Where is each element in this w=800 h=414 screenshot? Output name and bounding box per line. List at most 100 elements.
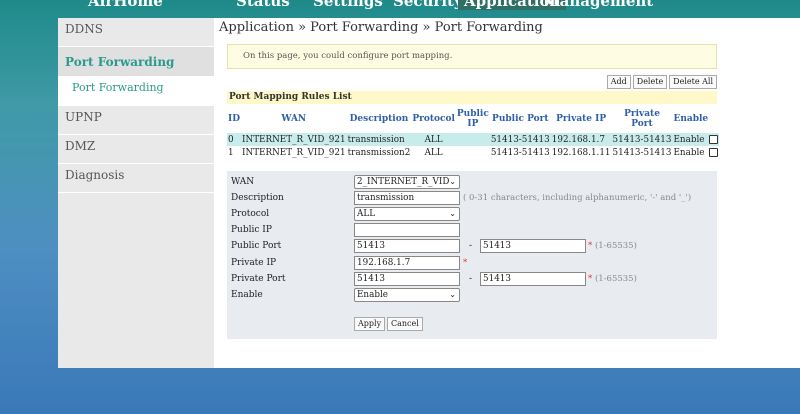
tab-settings[interactable]: Settings (313, 0, 383, 10)
required-star: * (588, 241, 593, 251)
range-dash: - (469, 241, 473, 251)
cell-private-port: 51413-51413 (611, 146, 673, 159)
row-description: Description transmission ( 0-31 characte… (227, 191, 717, 207)
cell-enable: Enable (672, 133, 720, 146)
breadcrumb: Application » Port Forwarding » Port For… (219, 20, 543, 35)
cell-description: transmission2 (346, 146, 412, 159)
cell-enable: Enable (672, 146, 720, 159)
public-port-start-input[interactable]: 51413 (354, 239, 460, 253)
cell-public-ip (455, 146, 490, 159)
sidebar-item-port-forwarding[interactable]: Port Forwarding (58, 47, 214, 77)
sidebar-item-upnp[interactable]: UPNP (58, 106, 214, 135)
row-select-checkbox[interactable] (709, 134, 719, 144)
sidebar: DDNS Port Forwarding Port Forwarding UPN… (58, 18, 214, 368)
row-enable: Enable Enable ⌄ (227, 288, 717, 304)
public-port-hint: * (1-65535) (588, 241, 637, 251)
cell-description: transmission (346, 133, 412, 146)
cell-public-ip (455, 133, 490, 146)
row-public-ip: Public IP (227, 223, 717, 239)
cell-enable-text: Enable (673, 147, 705, 158)
protocol-select-value: ALL (357, 209, 376, 219)
protocol-select[interactable]: ALL ⌄ (354, 207, 460, 221)
col-public-port: Public Port (489, 104, 551, 133)
public-port-range-hint: (1-65535) (594, 241, 637, 251)
content-area: Application » Port Forwarding » Port For… (219, 18, 794, 368)
cell-private-port: 51413-51413 (611, 133, 673, 146)
row-protocol: Protocol ALL ⌄ (227, 207, 717, 223)
table-row[interactable]: 0 INTERNET_R_VID_921 transmission ALL 51… (227, 133, 720, 146)
table-row[interactable]: 1 INTERNET_R_VID_921 transmission2 ALL 5… (227, 146, 720, 159)
public-ip-input[interactable] (354, 223, 460, 237)
col-id: ID (227, 104, 242, 133)
private-port-start-input[interactable]: 51413 (354, 272, 460, 286)
tab-security[interactable]: Security (393, 0, 463, 10)
sidebar-item-ddns[interactable]: DDNS (58, 18, 214, 47)
sidebar-subitem-port-forwarding[interactable]: Port Forwarding (58, 77, 214, 106)
cancel-button[interactable]: Cancel (387, 317, 423, 331)
cell-protocol: ALL (411, 133, 456, 146)
cell-enable-text: Enable (673, 134, 705, 145)
cell-id: 0 (227, 133, 242, 146)
required-star: * (463, 258, 468, 268)
apply-button[interactable]: Apply (354, 317, 386, 331)
tab-status[interactable]: Status (236, 0, 290, 10)
label-public-ip: Public IP (231, 225, 272, 235)
cell-wan: INTERNET_R_VID_921 (241, 133, 347, 146)
private-ip-input[interactable]: 192.168.1.7 (354, 256, 460, 270)
label-private-port: Private Port (231, 274, 286, 284)
row-public-port: Public Port 51413 - 51413 * (1-65535) (227, 239, 717, 255)
cell-public-port: 51413-51413 (489, 133, 551, 146)
row-private-port: Private Port 51413 - 51413 * (1-65535) (227, 272, 717, 288)
cell-protocol: ALL (411, 146, 456, 159)
wan-select-value: 2_INTERNET_R_VID (357, 177, 450, 187)
col-wan: WAN (241, 104, 347, 133)
description-hint: ( 0-31 characters, including alphanumeri… (463, 193, 692, 203)
wan-select[interactable]: 2_INTERNET_R_VID ⌄ (354, 175, 460, 189)
description-input[interactable]: transmission (354, 191, 460, 205)
col-private-ip: Private IP (550, 104, 612, 133)
add-button[interactable]: Add (606, 75, 631, 89)
row-select-checkbox[interactable] (709, 147, 719, 157)
info-box: On this page, you could configure port m… (227, 44, 717, 69)
cell-wan: INTERNET_R_VID_921 (241, 146, 347, 159)
label-description: Description (231, 193, 284, 203)
cell-private-ip: 192.168.1.11 (550, 146, 612, 159)
top-nav: AirHome Status Settings Security Applica… (0, 0, 800, 10)
label-enable: Enable (231, 290, 263, 300)
label-public-port: Public Port (231, 241, 282, 251)
col-public-ip: Public IP (455, 104, 490, 133)
chevron-down-icon: ⌄ (449, 177, 456, 186)
enable-select-value: Enable (357, 290, 388, 300)
label-private-ip: Private IP (231, 258, 277, 268)
delete-all-button[interactable]: Delete All (669, 75, 717, 89)
cell-private-ip: 192.168.1.7 (550, 133, 612, 146)
private-port-end-input[interactable]: 51413 (480, 272, 586, 286)
rules-list-title: Port Mapping Rules List (227, 91, 717, 104)
row-wan: WAN 2_INTERNET_R_VID ⌄ (227, 175, 717, 191)
private-ip-hint: * (463, 258, 467, 268)
enable-select[interactable]: Enable ⌄ (354, 288, 460, 302)
col-description: Description (346, 104, 412, 133)
public-port-end-input[interactable]: 51413 (480, 239, 586, 253)
col-private-port: Private Port (611, 104, 673, 133)
cell-id: 1 (227, 146, 242, 159)
chevron-down-icon: ⌄ (449, 209, 456, 218)
private-port-range-hint: (1-65535) (594, 274, 637, 284)
chevron-down-icon: ⌄ (449, 290, 456, 299)
range-dash: - (469, 274, 473, 284)
label-protocol: Protocol (231, 209, 270, 219)
tab-management[interactable]: Management (543, 0, 653, 10)
delete-button[interactable]: Delete (632, 75, 668, 89)
col-protocol: Protocol (411, 104, 456, 133)
private-port-hint: * (1-65535) (588, 274, 637, 284)
col-enable: Enable (672, 104, 720, 133)
rules-table: ID WAN Description Protocol Public IP Pu… (227, 104, 720, 159)
rule-form: WAN 2_INTERNET_R_VID ⌄ Description transm… (227, 171, 717, 339)
main-panel: DDNS Port Forwarding Port Forwarding UPN… (58, 18, 800, 368)
sidebar-item-dmz[interactable]: DMZ (58, 135, 214, 164)
row-private-ip: Private IP 192.168.1.7 * (227, 256, 717, 272)
cell-public-port: 51413-51413 (489, 146, 551, 159)
sidebar-item-diagnosis[interactable]: Diagnosis (58, 164, 214, 193)
rule-buttons: Add Delete Delete All (606, 75, 717, 89)
required-star: * (588, 274, 593, 284)
